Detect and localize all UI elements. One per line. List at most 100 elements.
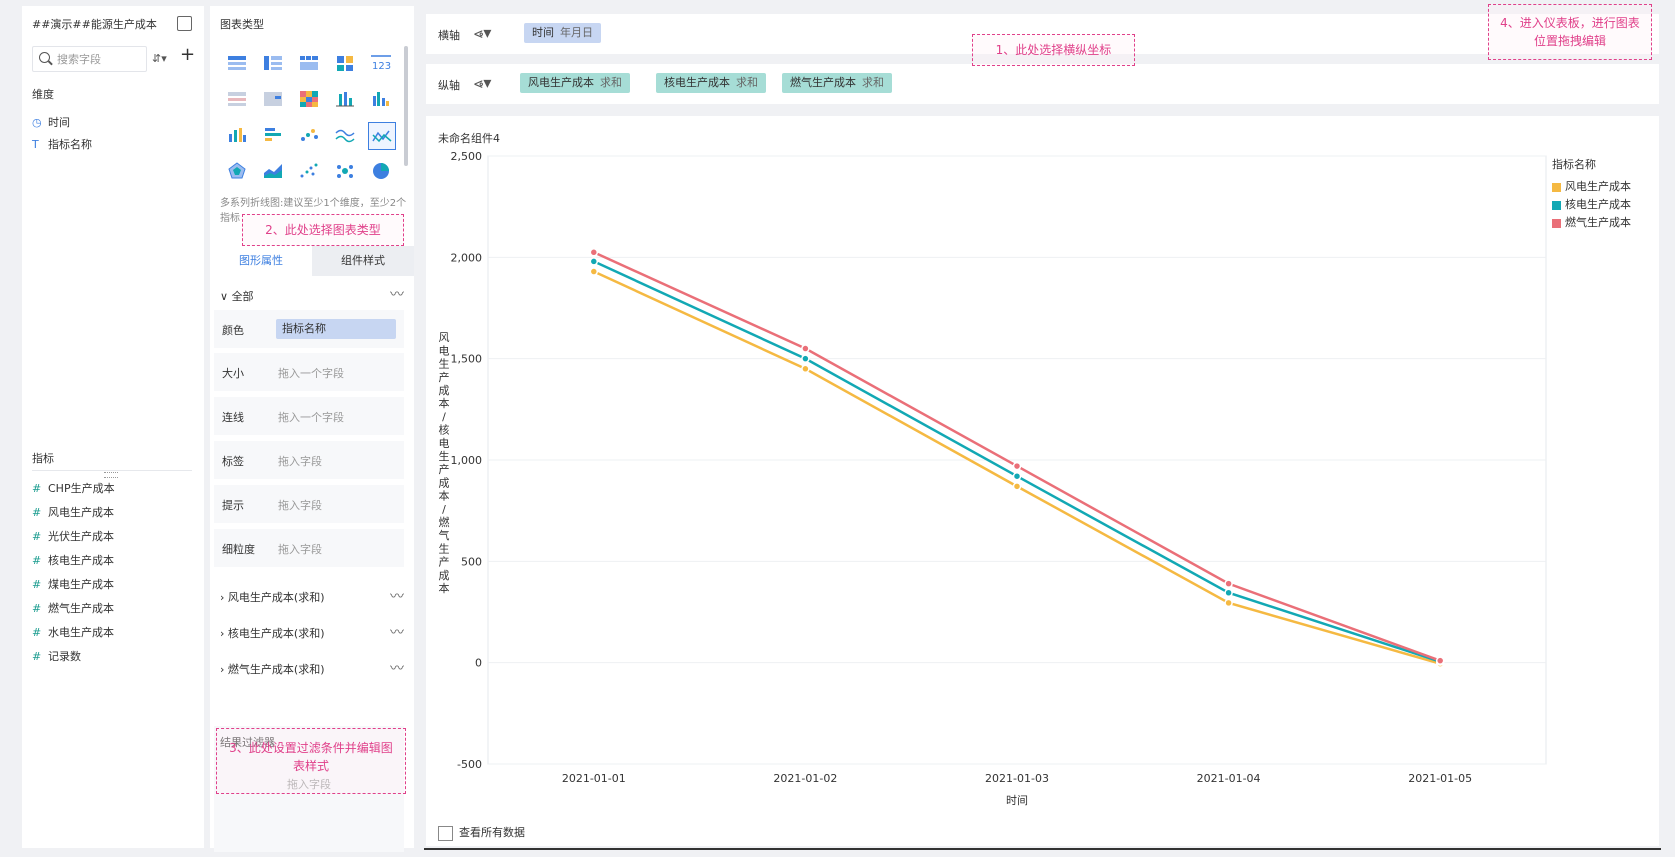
tab-graphic-properties[interactable]: 图形属性 <box>210 246 312 276</box>
x-field-chip[interactable]: 时间 年月日 <box>524 23 601 43</box>
x-tick-label: 2021-01-01 <box>562 772 626 785</box>
field-item[interactable]: # CHP生产成本 <box>32 480 115 498</box>
y-axis-title-char: 风 <box>439 331 450 344</box>
pie-chart-icon[interactable] <box>368 158 394 184</box>
legend-title: 指标名称 <box>1552 158 1596 171</box>
table-chart-icon[interactable] <box>224 50 250 76</box>
tab-component-style[interactable]: 组件样式 <box>312 246 414 276</box>
group-table-icon[interactable] <box>260 50 286 76</box>
y-axis-title-char: 气 <box>439 528 450 542</box>
search-input[interactable]: 搜索字段 <box>32 46 147 72</box>
view-all-data-checkbox[interactable]: 查看所有数据 <box>438 824 525 841</box>
scatter-chart-icon[interactable] <box>296 122 322 148</box>
switch-dataset-icon[interactable] <box>177 16 192 31</box>
data-point <box>1224 579 1233 588</box>
kpi-chart-icon[interactable]: 123 <box>368 50 394 76</box>
divider <box>424 848 1661 850</box>
heat-table-icon[interactable] <box>224 86 250 112</box>
field-item[interactable]: T 指标名称 <box>32 136 92 154</box>
y-axis-title-char: 燃 <box>439 515 450 529</box>
color-field-pill[interactable]: 指标名称 <box>276 319 396 339</box>
tooltip-prop[interactable]: 提示 拖入字段 <box>214 485 404 523</box>
y-field-chip[interactable]: 燃气生产成本 求和 <box>782 73 892 93</box>
data-point <box>1012 461 1022 471</box>
line-type-icon[interactable]: 〰 <box>390 622 404 642</box>
field-item[interactable]: # 水电生产成本 <box>32 624 114 642</box>
data-point <box>589 257 599 266</box>
y-field-chip[interactable]: 风电生产成本 求和 <box>520 73 630 93</box>
add-field-icon[interactable]: + <box>180 44 195 65</box>
field-item[interactable]: ◷ 时间 <box>32 114 70 132</box>
series-line <box>593 260 1441 663</box>
horizontal-bar-icon[interactable] <box>260 122 286 148</box>
data-point <box>589 248 599 257</box>
line-chart[interactable]: -500 0 500 1,000 1,500 2,000 2,500 2021-01-01 20… <box>426 116 1659 816</box>
grouped-bar-icon[interactable] <box>368 86 394 112</box>
y-field-chip[interactable]: 核电生产成本 求和 <box>656 73 766 93</box>
field-item[interactable]: # 风电生产成本 <box>32 504 114 522</box>
legend-item[interactable]: 核电生产成本 <box>1552 196 1631 214</box>
multi-line-chart-icon[interactable] <box>368 122 396 150</box>
bubble-chart-icon[interactable] <box>332 158 358 184</box>
y-axis-title-char: 产 <box>439 370 450 384</box>
detail-table-icon[interactable] <box>260 86 286 112</box>
all-series-row[interactable]: ∨ 全部 <box>220 288 254 304</box>
scatter-bar-icon[interactable] <box>332 86 358 112</box>
radar-chart-icon[interactable] <box>224 158 250 184</box>
measure-section-title: 指标 <box>32 452 54 465</box>
area-line-icon[interactable] <box>332 122 358 148</box>
field-panel: ##演示##能源生产成本 搜索字段 ⇵▾ + 维度 ◷ 时间 T 指标名称 指标 #… <box>22 6 204 848</box>
y-axis-title-char: 产 <box>439 462 450 476</box>
line-type-icon[interactable]: 〰 <box>390 586 404 606</box>
connect-prop[interactable]: 连线 拖入一个字段 <box>214 397 404 435</box>
sort-icon[interactable]: ⇵▾ <box>152 52 167 65</box>
y-tick-label: 2,500 <box>451 150 483 163</box>
cross-table-icon[interactable] <box>296 50 322 76</box>
point-chart-icon[interactable] <box>296 158 322 184</box>
chevron-right-icon: › <box>220 663 228 676</box>
field-item[interactable]: # 核电生产成本 <box>32 552 114 570</box>
color-prop[interactable]: 颜色 指标名称 <box>214 310 404 348</box>
field-item[interactable]: # 光伏生产成本 <box>32 528 114 546</box>
series-row[interactable]: › 燃气生产成本(求和) <box>220 661 325 677</box>
x-tick-label: 2021-01-05 <box>1408 772 1472 785</box>
scrollbar[interactable] <box>404 46 408 166</box>
granularity-prop[interactable]: 细粒度 拖入字段 <box>214 529 404 567</box>
x-tick-label: 2021-01-03 <box>985 772 1049 785</box>
series-row[interactable]: › 核电生产成本(求和) <box>220 625 325 641</box>
bar-chart-icon[interactable] <box>224 122 250 148</box>
y-axis-title-char: 电 <box>439 344 450 357</box>
y-axis-title-char: 核 <box>439 423 450 437</box>
x-axis-label: 横轴 <box>438 29 460 42</box>
size-prop[interactable]: 大小 拖入一个字段 <box>214 353 404 391</box>
hash-icon: # <box>32 626 42 639</box>
y-axis-title-char: 成 <box>439 476 450 489</box>
field-item[interactable]: # 燃气生产成本 <box>32 600 114 618</box>
property-tabs: 图形属性 组件样式 <box>210 246 414 276</box>
y-axis-bar: 纵轴 ⩹▾ 风电生产成本 求和 核电生产成本 求和 燃气生产成本 求和 <box>426 64 1659 104</box>
clock-icon: ◷ <box>32 116 42 129</box>
y-axis-title-char: 产 <box>439 555 450 569</box>
y-axis-title-char: 生 <box>439 357 450 371</box>
hash-icon: # <box>32 482 42 495</box>
heatmap-chart-icon[interactable] <box>296 86 322 112</box>
y-axis-title-char: 生 <box>439 541 450 555</box>
dimension-section-title: 维度 <box>32 88 54 101</box>
checkbox[interactable] <box>438 825 453 841</box>
line-type-icon[interactable]: 〰 <box>390 658 404 678</box>
card-chart-icon[interactable] <box>332 50 358 76</box>
field-item[interactable]: # 煤电生产成本 <box>32 576 114 594</box>
series-row[interactable]: › 风电生产成本(求和) <box>220 589 325 605</box>
axis-type-icon[interactable]: ⩹▾ <box>474 23 491 43</box>
legend-item[interactable]: 风电生产成本 <box>1552 178 1631 196</box>
label-prop[interactable]: 标签 拖入字段 <box>214 441 404 479</box>
axis-type-icon[interactable]: ⩹▾ <box>474 73 491 93</box>
legend-item[interactable]: 燃气生产成本 <box>1552 214 1631 232</box>
resize-handle[interactable] <box>104 472 118 478</box>
hash-icon: # <box>32 554 42 567</box>
line-type-icon[interactable]: 〰 <box>390 284 404 304</box>
data-point <box>1224 598 1233 608</box>
area-chart-icon[interactable] <box>260 158 286 184</box>
field-item[interactable]: # 记录数 <box>32 648 81 666</box>
y-axis-title-char: 本 <box>439 489 450 503</box>
